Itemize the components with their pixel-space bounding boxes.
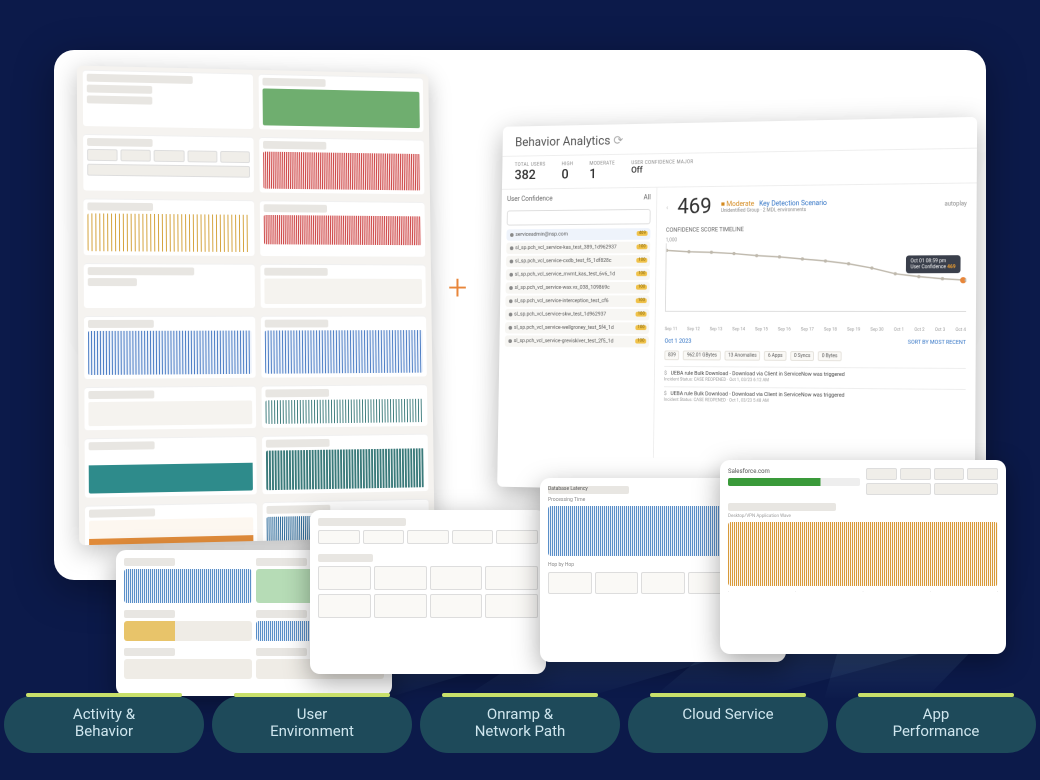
panel-title: Behavior Analytics xyxy=(515,134,610,150)
nav-pill[interactable]: Activity &Behavior xyxy=(4,696,204,753)
filter-value[interactable]: All xyxy=(644,194,651,202)
autoplay-toggle[interactable]: autoplay xyxy=(944,200,966,207)
user-row[interactable]: serviceadmin@nsp.com469 xyxy=(506,228,650,241)
event-row[interactable]: $UEBA rule Bulk Download - Download via … xyxy=(664,366,966,389)
card-user-env xyxy=(310,510,546,674)
nav-pill[interactable]: UserEnvironment xyxy=(212,696,412,753)
user-row[interactable]: sl_sp.pch_vcl_service-skw_test_1d9629371… xyxy=(505,309,649,321)
card-title: Database Latency xyxy=(548,486,629,494)
chart-tooltip: Oct 01 08:59 pm User Confidence 469 xyxy=(905,255,960,273)
user-row[interactable]: sl_sp.pch_vcl_service-wellgroney_test_5f… xyxy=(505,322,649,334)
subhead: Desktop/VPN Application Wave xyxy=(728,514,998,519)
tag: 839 xyxy=(664,350,679,360)
tag: 0 Bytes xyxy=(818,351,841,361)
user-row[interactable]: sl_sp.pch_vcl_service-greviskiver_test_2… xyxy=(505,335,649,347)
filter-label: User Confidence xyxy=(507,195,553,203)
nav-pill[interactable]: AppPerformance xyxy=(836,696,1036,753)
card-title: Salesforce.com xyxy=(728,468,860,475)
nav-pill[interactable]: Onramp &Network Path xyxy=(420,696,620,753)
plus-icon: + xyxy=(448,268,467,308)
user-row[interactable]: sl_sp.pch_vcl_service-cxdb_test_f5_1df82… xyxy=(506,255,650,267)
severity: Moderate xyxy=(726,199,754,207)
refresh-icon[interactable]: ⟳ xyxy=(613,134,623,148)
nav-pill[interactable]: Cloud Service xyxy=(628,696,828,753)
scenario-link[interactable]: Key Detection Scenario xyxy=(759,199,827,208)
event-row[interactable]: $UEBA rule Bulk Download - Download via … xyxy=(664,386,966,410)
timeline-title: CONFIDENCE SCORE TIMELINE xyxy=(666,224,967,233)
behavior-analytics-panel: Behavior Analytics ⟳ TOTAL USERS382 HIGH… xyxy=(497,117,977,497)
user-row[interactable]: sl_sp.pch_vcl_service-wax.vx_038_109869c… xyxy=(506,282,650,294)
left-dashboard xyxy=(77,66,435,546)
search-input[interactable] xyxy=(507,209,651,226)
user-list: User Confidence All serviceadmin@nsp.com4… xyxy=(498,188,658,458)
confidence-score: 469 xyxy=(677,195,712,219)
stat-confidence: Off xyxy=(631,166,643,176)
summary-tags: 839 962.01 GBytes13 Anomalies 6 Apps 0 Sync… xyxy=(664,350,966,362)
tag: 13 Anomalies xyxy=(724,351,760,361)
card-app-perf: Salesforce.com Desktop/VPN Application W… xyxy=(720,460,1006,654)
sort-dropdown[interactable]: SORT BY MOST RECENT xyxy=(908,339,966,345)
user-row[interactable]: sl_sp.pch_vcl_service-kas_test_389_1d962… xyxy=(506,242,650,254)
user-row[interactable]: sl_sp.pch_vcl_service-interception_test_… xyxy=(505,295,649,307)
stat-high: 0 xyxy=(561,167,568,182)
stage: + Behavior Analytics ⟳ TOTAL USERS382 HI… xyxy=(0,0,1040,780)
tag: 962.01 GBytes xyxy=(683,351,721,361)
stat-moderate: 1 xyxy=(589,167,596,182)
scenario-sub: Unidentified Group · 2 MDL environments xyxy=(721,206,827,213)
confidence-timeline-chart: Oct 01 08:59 pm User Confidence 469 xyxy=(665,241,967,312)
date-picker[interactable]: Oct 1 2023 xyxy=(665,338,692,345)
user-row[interactable]: sl_sp.pch_vcl_service_mvmt_kas_test_6v6_… xyxy=(506,268,650,280)
tag: 0 Syncs xyxy=(790,351,814,361)
category-pills: Activity &BehaviorUserEnvironmentOnramp … xyxy=(0,696,1040,753)
stat-total-users: 382 xyxy=(514,168,535,183)
tag: 6 Apps xyxy=(764,351,786,361)
